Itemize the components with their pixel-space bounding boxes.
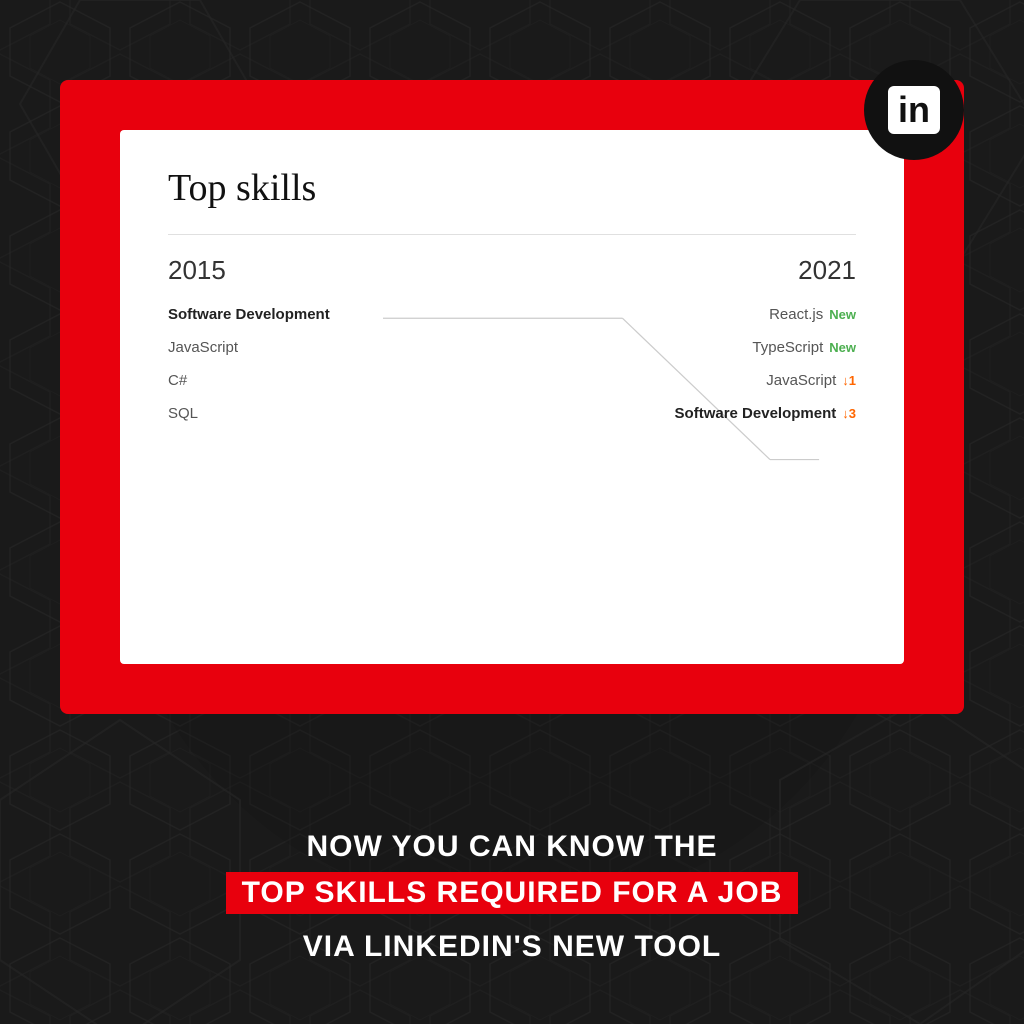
skill-right-name-2: JavaScript <box>766 372 836 389</box>
white-card: Top skills 2015 2021 Software Developmen… <box>120 130 904 664</box>
divider <box>168 234 856 235</box>
red-card: Top skills 2015 2021 Software Developmen… <box>60 80 964 714</box>
skill-right-2: JavaScript ↓1 <box>766 372 856 389</box>
skill-right-3: Software Development ↓3 <box>675 405 856 422</box>
skills-right: React.js New TypeScript New JavaScript ↓… <box>675 306 856 422</box>
skill-right-name-1: TypeScript <box>752 339 823 356</box>
bottom-line2-wrapper: TOP SKILLS REQUIRED FOR A JOB <box>226 872 799 914</box>
skill-right-badge-3: ↓3 <box>842 406 856 421</box>
card-title: Top skills <box>168 166 856 210</box>
bottom-text-section: NOW YOU CAN KNOW THE TOP SKILLS REQUIRED… <box>0 830 1024 964</box>
skill-right-name-0: React.js <box>769 306 823 323</box>
skill-right-badge-2: ↓1 <box>842 373 856 388</box>
bottom-line3: VIA LINKEDIN'S NEW TOOL <box>80 930 944 964</box>
year-left: 2015 <box>168 255 226 286</box>
skill-right-badge-1: New <box>829 340 856 355</box>
skill-left-0: Software Development <box>168 306 330 323</box>
bottom-line2: TOP SKILLS REQUIRED FOR A JOB <box>242 876 783 909</box>
skill-right-1: TypeScript New <box>752 339 856 356</box>
skill-right-name-3: Software Development <box>675 405 837 422</box>
skills-section: Software Development JavaScript C# SQL R… <box>168 306 856 466</box>
bottom-line1: NOW YOU CAN KNOW THE <box>80 830 944 864</box>
year-right: 2021 <box>798 255 856 286</box>
skill-right-badge-0: New <box>829 307 856 322</box>
linkedin-in-icon: in <box>888 86 940 134</box>
skill-left-3: SQL <box>168 405 330 422</box>
years-row: 2015 2021 <box>168 255 856 286</box>
skills-left: Software Development JavaScript C# SQL <box>168 306 330 422</box>
linkedin-logo-circle: in <box>864 60 964 160</box>
skill-left-2: C# <box>168 372 330 389</box>
skill-left-1: JavaScript <box>168 339 330 356</box>
skill-right-0: React.js New <box>769 306 856 323</box>
